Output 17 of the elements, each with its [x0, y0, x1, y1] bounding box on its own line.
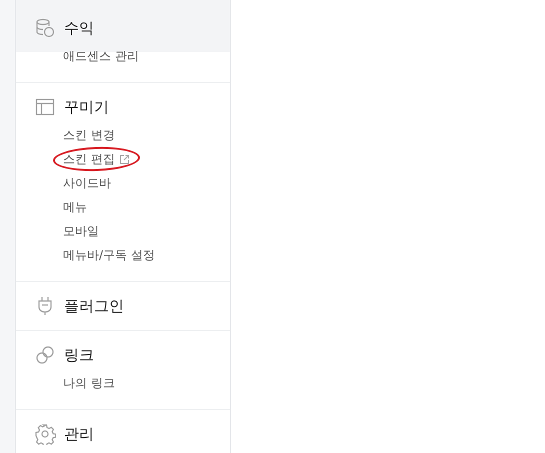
menu-item[interactable]: 사이드바 — [63, 171, 111, 195]
menu-item[interactable]: 모바일 — [63, 219, 99, 243]
section-title: 수익 — [64, 18, 94, 38]
section-title: 관리 — [64, 424, 94, 444]
section-title: 플러그인 — [64, 296, 124, 316]
coins-icon — [34, 17, 56, 39]
section-title: 꾸미기 — [64, 98, 109, 116]
menu-item[interactable]: 메뉴 — [63, 195, 87, 219]
menu-section[interactable]: 수익 — [16, 0, 230, 52]
menu-section[interactable]: 플러그인 — [16, 282, 230, 330]
menu-item[interactable]: 메뉴바/구독 설정 — [63, 243, 155, 267]
section-title: 링크 — [64, 346, 94, 364]
settings-icon — [34, 423, 56, 445]
menu-item[interactable]: 스킨 편집 — [53, 147, 140, 171]
menu-section[interactable]: 관리 — [16, 410, 230, 453]
layout-icon — [34, 96, 56, 118]
link-icon — [34, 344, 56, 366]
